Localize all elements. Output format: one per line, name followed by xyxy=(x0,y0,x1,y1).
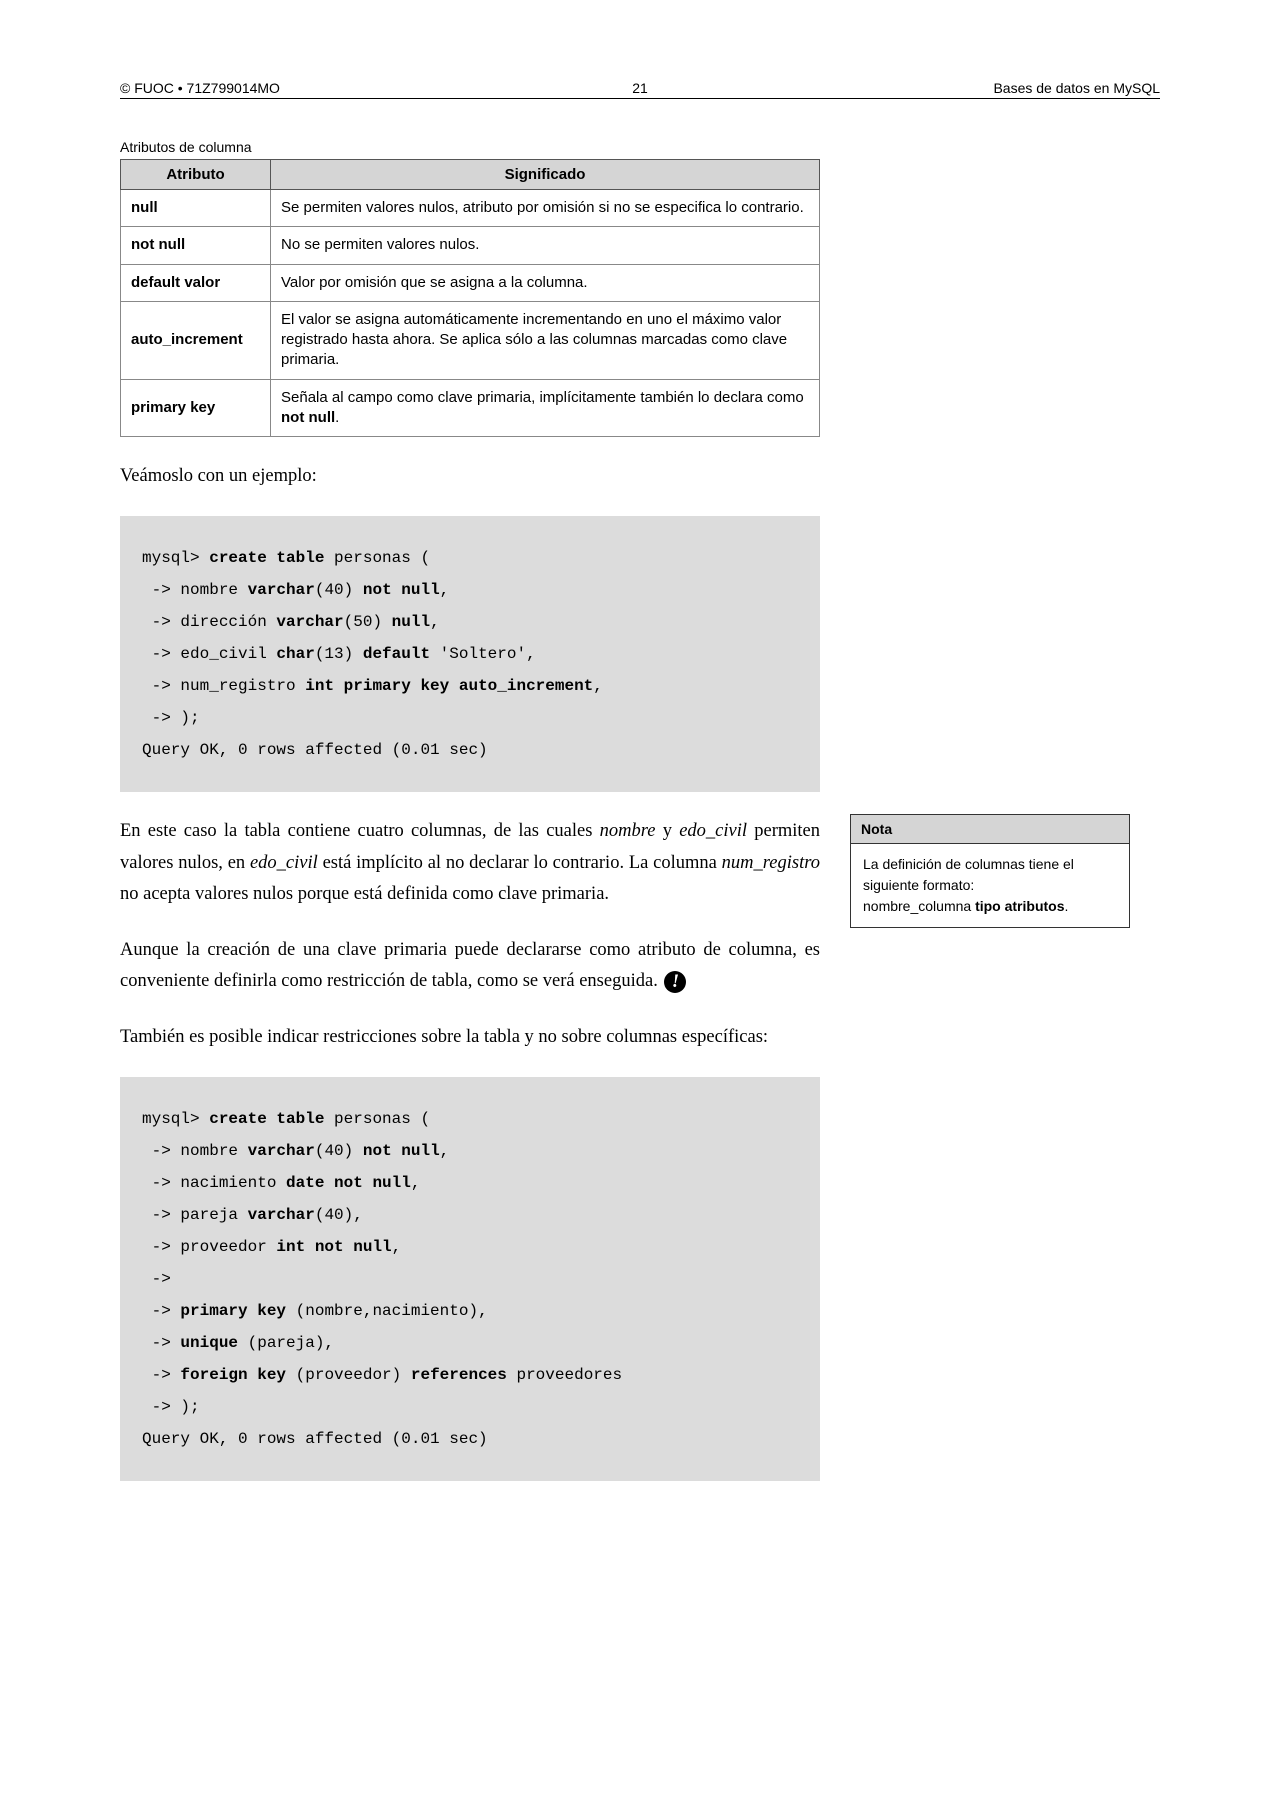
note-body: La definición de columnas tiene el sigui… xyxy=(851,844,1129,927)
code-block-1: mysql> create table personas ( -> nombre… xyxy=(120,516,820,792)
paragraph-explain-3: También es posible indicar restricciones… xyxy=(120,1022,820,1053)
table-caption: Atributos de columna xyxy=(120,139,820,155)
side-column: Nota La definición de columnas tiene el … xyxy=(850,139,1130,928)
attr-name: not null xyxy=(121,227,271,264)
attr-name: primary key xyxy=(121,379,271,437)
paragraph-intro-example: Veámoslo con un ejemplo: xyxy=(120,461,820,492)
table-row: not null No se permiten valores nulos. xyxy=(121,227,820,264)
attributes-table: Atributo Significado null Se permiten va… xyxy=(120,159,820,437)
col-header-meaning: Significado xyxy=(271,160,820,190)
note-box: Nota La definición de columnas tiene el … xyxy=(850,814,1130,928)
main-column: Atributos de columna Atributo Significad… xyxy=(120,139,820,1503)
col-header-attribute: Atributo xyxy=(121,160,271,190)
attr-desc: El valor se asigna automáticamente incre… xyxy=(271,301,820,379)
attr-name: default valor xyxy=(121,264,271,301)
attr-desc: Valor por omisión que se asigna a la col… xyxy=(271,264,820,301)
attr-desc: No se permiten valores nulos. xyxy=(271,227,820,264)
attr-name: auto_increment xyxy=(121,301,271,379)
table-row: null Se permiten valores nulos, atributo… xyxy=(121,190,820,227)
page-header: © FUOC • 71Z799014MO 21 Bases de datos e… xyxy=(120,80,1160,99)
paragraph-explain-1: En este caso la tabla contiene cuatro co… xyxy=(120,816,820,910)
page-number: 21 xyxy=(632,80,648,96)
note-icon: ! xyxy=(664,971,686,993)
attr-name: null xyxy=(121,190,271,227)
table-row: auto_increment El valor se asigna automá… xyxy=(121,301,820,379)
attr-desc: Señala al campo como clave primaria, imp… xyxy=(271,379,820,437)
table-row: default valor Valor por omisión que se a… xyxy=(121,264,820,301)
code-block-2: mysql> create table personas ( -> nombre… xyxy=(120,1077,820,1481)
attr-desc: Se permiten valores nulos, atributo por … xyxy=(271,190,820,227)
table-row: primary key Señala al campo como clave p… xyxy=(121,379,820,437)
paragraph-explain-2: Aunque la creación de una clave primaria… xyxy=(120,935,820,998)
header-left: © FUOC • 71Z799014MO xyxy=(120,80,280,96)
header-right: Bases de datos en MySQL xyxy=(993,80,1160,96)
note-heading: Nota xyxy=(851,815,1129,844)
